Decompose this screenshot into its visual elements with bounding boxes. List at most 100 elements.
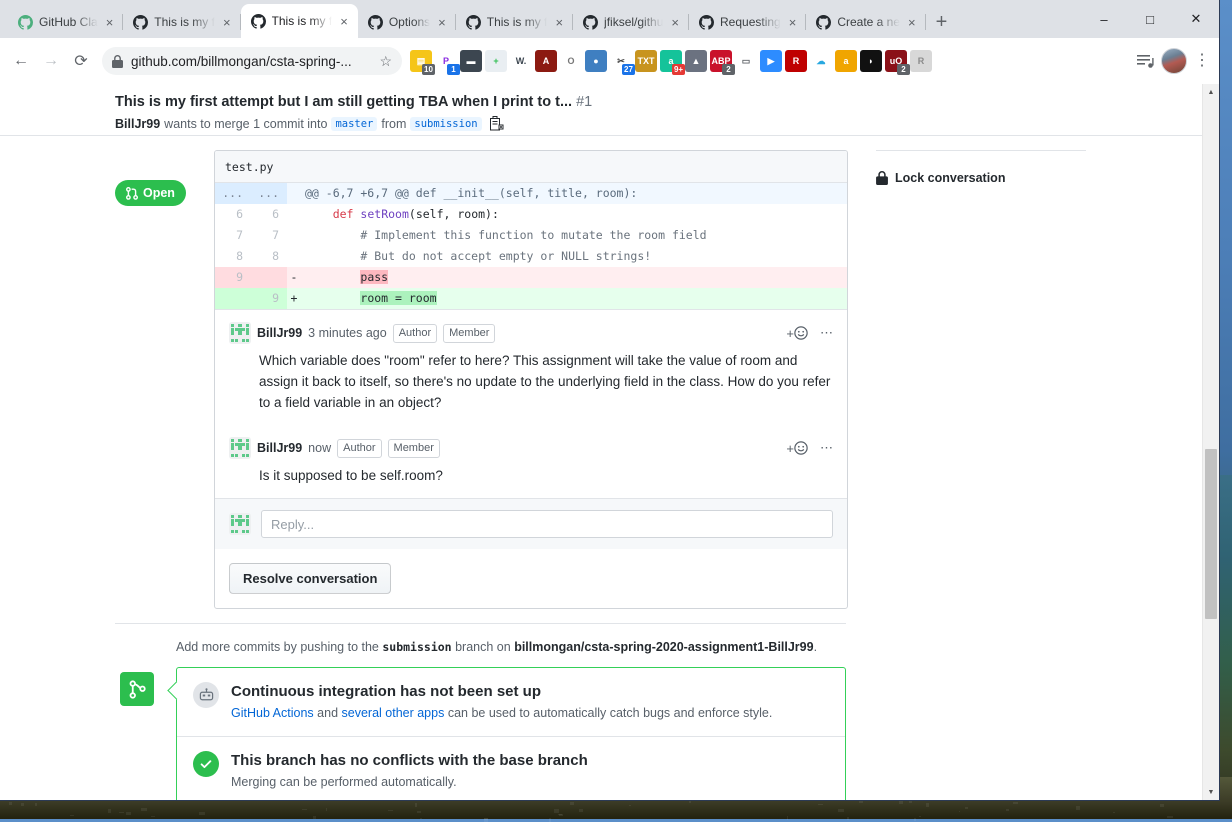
diff-marker (287, 183, 301, 204)
txt-extension[interactable]: TXT (635, 50, 657, 72)
diff-old-lineno: 9 (215, 267, 251, 288)
tab-close-icon[interactable]: × (436, 14, 448, 31)
adblock-extension[interactable]: ABP 2 (710, 50, 732, 72)
screenshot-extension[interactable]: ▬ (460, 50, 482, 72)
tab-close-icon[interactable]: × (553, 14, 565, 31)
diff-code: # But do not accept empty or NULL string… (301, 246, 651, 267)
browser-tab[interactable]: Create a ne × (806, 6, 925, 38)
honey-extension[interactable]: ◗ (860, 50, 882, 72)
other-apps-link[interactable]: several other apps (342, 706, 445, 720)
pr-base-branch[interactable]: master (331, 117, 377, 131)
cast-extension[interactable]: ▭ (735, 50, 757, 72)
scroll-up-arrow[interactable]: ▲ (1203, 84, 1219, 100)
grammar-extension[interactable]: a 9+ (660, 50, 682, 72)
user-identicon (229, 437, 251, 459)
push-note-end: . (814, 640, 817, 654)
user-identicon (229, 322, 251, 344)
reply-input[interactable]: Reply... (261, 510, 833, 538)
tab-close-icon[interactable]: × (906, 14, 918, 31)
browser-tab[interactable]: Requesting × (689, 6, 806, 38)
diff-indent (305, 270, 360, 284)
tab-title: This is my f (487, 15, 548, 29)
globe-extension[interactable]: ● (585, 50, 607, 72)
sub-end: can be used to automatically catch bugs … (444, 706, 772, 720)
comment-label-author: Author (393, 324, 437, 343)
diff-highlight: pass (360, 270, 388, 284)
clipper-extension[interactable]: ✂ 27 (610, 50, 632, 72)
diff-new-lineno: 6 (251, 204, 287, 225)
github-actions-link[interactable]: GitHub Actions (231, 706, 314, 720)
tab-title: Requesting (720, 15, 781, 29)
comment-body: Is it supposed to be self.room? (259, 465, 833, 486)
browser-tab[interactable]: jfiksel/githu × (573, 6, 689, 38)
browser-tab[interactable]: Options × (358, 6, 456, 38)
tab-title: Options (389, 15, 430, 29)
wallpaper-speck (579, 809, 583, 812)
address-bar[interactable]: github.com/billmongan/csta-spring-... ☆ (102, 47, 402, 75)
resolve-conversation-button[interactable]: Resolve conversation (229, 563, 391, 594)
wallpaper-speck (302, 809, 308, 810)
wallpaper-speck (689, 800, 692, 803)
github-pull-request-page: This is my first attempt but I am still … (0, 84, 1203, 800)
tab-close-icon[interactable]: × (221, 14, 233, 31)
script-extension[interactable]: R (910, 50, 932, 72)
extension-badge: 2 (897, 64, 910, 75)
add-reaction-icon[interactable]: + (786, 441, 808, 456)
diff-filename[interactable]: test.py (225, 160, 273, 174)
amazon-extension[interactable]: a (835, 50, 857, 72)
tab-close-icon[interactable]: × (787, 14, 799, 31)
tab-close-icon[interactable]: × (669, 14, 681, 31)
kebab-menu-icon[interactable]: ⋮ (1193, 56, 1211, 66)
comment-menu-icon[interactable]: ⋯ (820, 440, 833, 456)
add-reaction-icon[interactable]: + (786, 326, 808, 341)
comment-author[interactable]: BillJr99 (257, 326, 302, 340)
pr-header: This is my first attempt but I am still … (0, 84, 1203, 136)
github-favicon (251, 14, 266, 29)
close-window-button[interactable]: ✕ (1173, 4, 1219, 34)
scroll-down-arrow[interactable]: ▼ (1203, 784, 1219, 800)
reload-button[interactable]: ⟳ (66, 46, 96, 76)
page-scrollbar[interactable]: ▲ ▼ (1202, 84, 1219, 800)
pr-from-text: from (381, 117, 406, 131)
adobe-acrobat-extension[interactable]: A (535, 50, 557, 72)
browser-tab[interactable]: This is my f × (456, 6, 573, 38)
scrollbar-thumb[interactable] (1205, 449, 1217, 619)
reply-row: Reply... (215, 498, 847, 549)
maximize-button[interactable]: □ (1127, 4, 1173, 34)
pr-head-branch[interactable]: submission (410, 117, 481, 131)
onedrive-extension[interactable]: ☁ (810, 50, 832, 72)
minimize-button[interactable]: – (1081, 4, 1127, 34)
opera-extension[interactable]: O (560, 50, 582, 72)
copy-branch-icon[interactable] (490, 116, 504, 131)
wallpaper-speck (1167, 816, 1173, 818)
browser-tab-active[interactable]: This is my f × (241, 4, 358, 38)
tab-title: This is my f (154, 15, 215, 29)
new-tab-button[interactable]: + (926, 12, 958, 38)
wallpaper-speck (126, 812, 131, 816)
pr-title: This is my first attempt but I am still … (115, 94, 1203, 111)
profile-avatar[interactable] (1161, 48, 1187, 74)
browser-tab[interactable]: This is my f × (123, 6, 240, 38)
wikipedia-extension[interactable]: W. (510, 50, 532, 72)
reading-list-icon[interactable] (1137, 53, 1155, 69)
comment-menu-icon[interactable]: ⋯ (820, 325, 833, 341)
zoom-extension[interactable]: ▶ (760, 50, 782, 72)
notes-extension[interactable]: ▤ 10 (410, 50, 432, 72)
add-page-extension[interactable]: + (485, 50, 507, 72)
pr-author[interactable]: BillJr99 (115, 117, 160, 131)
pocket-extension[interactable]: P1 (435, 50, 457, 72)
lock-conversation-action[interactable]: Lock conversation (876, 171, 1098, 185)
comment-author[interactable]: BillJr99 (257, 441, 302, 455)
tab-close-icon[interactable]: × (338, 13, 350, 30)
tab-close-icon[interactable]: × (104, 14, 116, 31)
rakuten-extension[interactable]: R (785, 50, 807, 72)
drive-extension[interactable]: ▲ (685, 50, 707, 72)
back-button[interactable]: ← (6, 46, 36, 76)
tab-title: This is my f (272, 14, 333, 28)
wallpaper-speck (818, 804, 822, 805)
forward-button[interactable]: → (36, 46, 66, 76)
diff-old-lineno: 7 (215, 225, 251, 246)
bookmark-star-icon[interactable]: ☆ (379, 53, 392, 70)
ublock-extension[interactable]: uO 2 (885, 50, 907, 72)
browser-tab[interactable]: GitHub Cla × (8, 6, 123, 38)
